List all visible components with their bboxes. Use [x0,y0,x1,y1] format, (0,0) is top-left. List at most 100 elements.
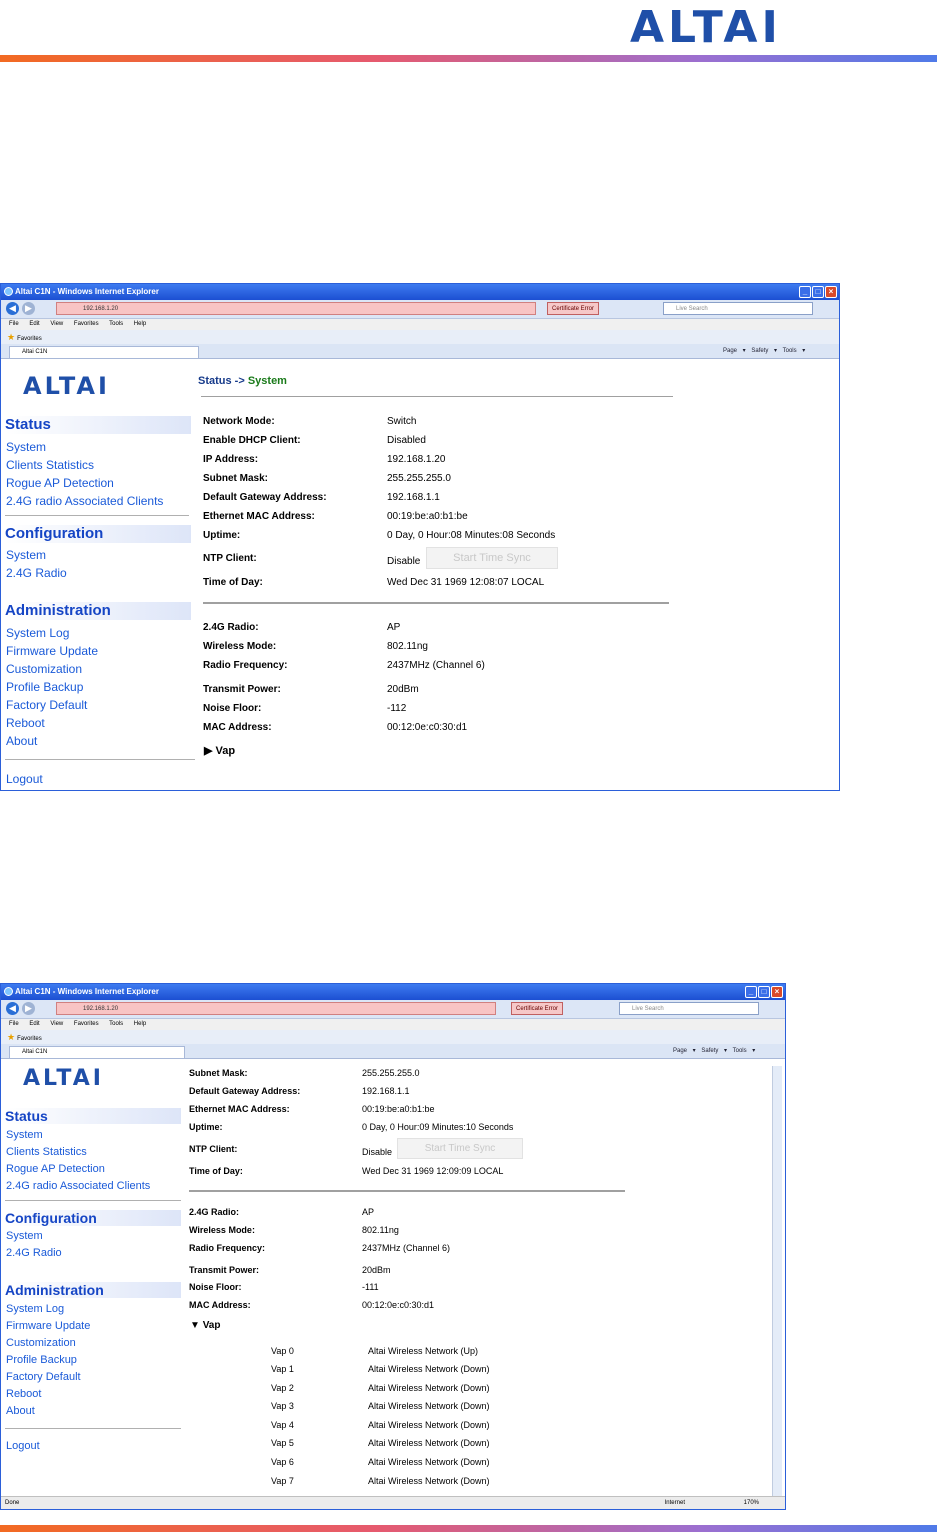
certificate-error-button[interactable]: Certificate Error [511,1002,564,1015]
command-bar[interactable]: Page ▾ Safety ▾ Tools ▾ [723,346,805,357]
sidebar-item-config-system[interactable]: System [6,548,46,562]
start-time-sync-button[interactable]: Start Time Sync [426,547,558,569]
ie-window-status-vap-expanded: Altai C1N - Windows Internet Explorer _ … [0,983,786,1510]
back-arrow-icon[interactable]: ◀ [6,302,19,315]
sidebar-item-config-radio[interactable]: 2.4G Radio [6,1247,62,1259]
sidebar-divider [5,1428,181,1429]
radio-label: 2.4G Radio: [203,622,259,633]
uptime-value: 0 Day, 0 Hour:08 Minutes:08 Seconds [387,530,556,541]
time-of-day-label: Time of Day: [189,1166,243,1176]
sidebar-item-associated-clients[interactable]: 2.4G radio Associated Clients [6,494,163,508]
altai-logo: ALTAI [23,1066,104,1091]
menu-bar[interactable]: File Edit View Favorites Tools Help [1,319,839,330]
sidebar-heading-status: Status [5,1108,181,1124]
mac-address-label: MAC Address: [189,1300,251,1310]
sidebar-item-clients-statistics[interactable]: Clients Statistics [6,458,94,472]
close-icon[interactable]: × [771,986,783,998]
favorites-star-icon[interactable]: ★ [7,332,15,342]
certificate-error-button[interactable]: Certificate Error [547,302,600,315]
triangle-right-icon: ▶ [204,745,213,757]
section-divider [189,1190,625,1192]
gateway-value: 192.168.1.1 [387,492,440,503]
network-mode-value: Switch [387,416,417,427]
sidebar-item-factory-default[interactable]: Factory Default [6,698,87,712]
sidebar-item-customization[interactable]: Customization [6,662,82,676]
radio-value: AP [387,622,401,633]
maximize-icon[interactable]: □ [758,986,770,998]
window-title: Altai C1N - Windows Internet Explorer [15,987,159,996]
vap-status: Altai Wireless Network (Down) [368,1401,490,1411]
sidebar-item-associated-clients[interactable]: 2.4G radio Associated Clients [6,1180,150,1192]
sidebar-item-about[interactable]: About [6,734,37,748]
ie-icon [4,287,13,296]
vap-name: Vap 7 [271,1476,294,1486]
vap-name: Vap 3 [271,1401,294,1411]
vertical-scrollbar[interactable] [772,1066,782,1497]
zoom-level[interactable]: 170% [744,1497,759,1509]
ie-window-status-system: Altai C1N - Windows Internet Explorer _ … [0,283,840,791]
close-icon[interactable]: × [825,286,837,298]
sidebar-item-customization[interactable]: Customization [6,1337,76,1349]
sidebar-divider [5,1200,181,1201]
radio-label: 2.4G Radio: [189,1207,240,1217]
transmit-power-value: 20dBm [362,1265,391,1275]
sidebar-item-config-system[interactable]: System [6,1230,43,1242]
page-content: ALTAI Status System Clients Statistics R… [1,370,839,790]
sidebar-item-logout[interactable]: Logout [6,772,43,786]
address-input[interactable]: 192.168.1.20 [56,302,536,315]
back-arrow-icon[interactable]: ◀ [6,1002,19,1015]
forward-arrow-icon[interactable]: ▶ [22,302,35,315]
sidebar-item-reboot[interactable]: Reboot [6,1388,41,1400]
footer-gradient-band [0,1525,937,1532]
vap-status: Altai Wireless Network (Down) [368,1383,490,1393]
breadcrumb-status[interactable]: Status [198,375,232,387]
sidebar-item-rogue-ap-detection[interactable]: Rogue AP Detection [6,476,114,490]
sidebar-item-reboot[interactable]: Reboot [6,716,45,730]
sidebar-item-firmware-update[interactable]: Firmware Update [6,1320,90,1332]
address-input[interactable]: 192.168.1.20 [56,1002,496,1015]
tab-altai[interactable]: Altai C1N [9,1046,185,1058]
page-content: ALTAI Status System Clients Statistics R… [1,1066,785,1497]
search-input[interactable]: Live Search [619,1002,759,1015]
vap-toggle[interactable]: ▼ Vap [190,1320,220,1331]
sidebar-item-status-system[interactable]: System [6,440,46,454]
start-time-sync-button[interactable]: Start Time Sync [397,1138,523,1159]
gateway-label: Default Gateway Address: [203,492,327,503]
vap-toggle[interactable]: ▶ Vap [204,744,235,757]
tab-altai[interactable]: Altai C1N [9,346,199,358]
vap-status: Altai Wireless Network (Down) [368,1420,490,1430]
menu-bar[interactable]: File Edit View Favorites Tools Help [1,1019,785,1030]
sidebar-item-system-log[interactable]: System Log [6,626,69,640]
favorites-button[interactable]: Favorites [17,336,42,342]
window-title: Altai C1N - Windows Internet Explorer [15,287,159,296]
minimize-icon[interactable]: _ [745,986,757,998]
mac-ethernet-label: Ethernet MAC Address: [203,511,315,522]
header-gradient-band [0,55,937,62]
noise-floor-label: Noise Floor: [203,703,262,714]
minimize-icon[interactable]: _ [799,286,811,298]
sidebar-item-firmware-update[interactable]: Firmware Update [6,644,98,658]
altai-document-logo: ALTAI [630,2,782,53]
mac-address-value: 00:12:0e:c0:30:d1 [362,1300,435,1310]
sidebar-item-system-log[interactable]: System Log [6,1303,64,1315]
transmit-power-label: Transmit Power: [189,1265,260,1275]
forward-arrow-icon[interactable]: ▶ [22,1002,35,1015]
favorites-star-icon[interactable]: ★ [7,1032,15,1042]
sidebar-item-logout[interactable]: Logout [6,1440,40,1452]
sidebar-item-profile-backup[interactable]: Profile Backup [6,1354,77,1366]
command-bar[interactable]: Page ▾ Safety ▾ Tools ▾ [673,1046,755,1057]
sidebar-item-factory-default[interactable]: Factory Default [6,1371,81,1383]
search-input[interactable]: Live Search [663,302,813,315]
favorites-button[interactable]: Favorites [17,1036,42,1042]
address-bar-row: ◀ ▶ 192.168.1.20 Certificate Error Live … [1,300,839,319]
sidebar-item-config-radio[interactable]: 2.4G Radio [6,566,67,580]
time-of-day-value: Wed Dec 31 1969 12:09:09 LOCAL [362,1166,504,1176]
sidebar-item-about[interactable]: About [6,1405,35,1417]
sidebar-item-status-system[interactable]: System [6,1129,43,1141]
sidebar-item-profile-backup[interactable]: Profile Backup [6,680,83,694]
breadcrumb: Status -> System [198,375,287,387]
sidebar-item-clients-statistics[interactable]: Clients Statistics [6,1146,87,1158]
maximize-icon[interactable]: □ [812,286,824,298]
sidebar-item-rogue-ap-detection[interactable]: Rogue AP Detection [6,1163,105,1175]
noise-floor-value: -111 [362,1282,379,1292]
